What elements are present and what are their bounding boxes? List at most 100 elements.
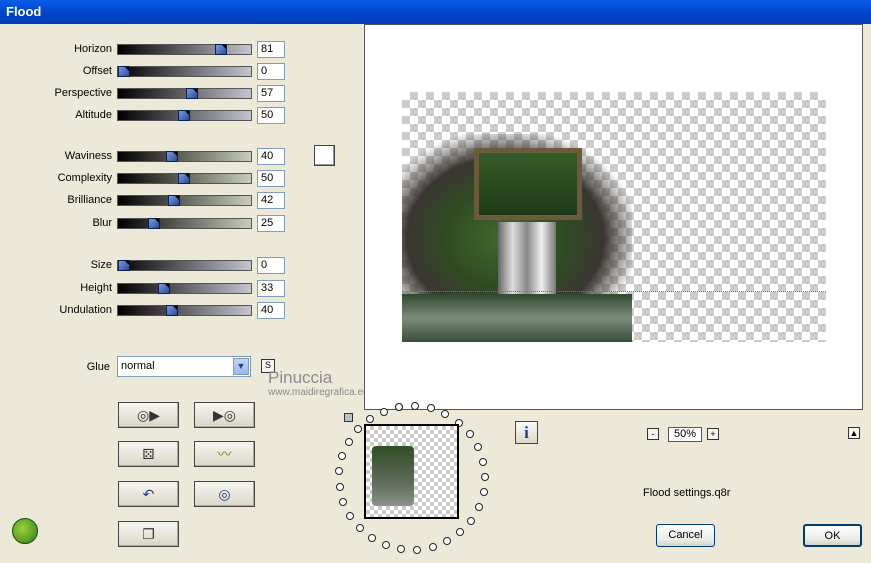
param-value-field[interactable]: 50 [257, 170, 285, 187]
navigator-dot [394, 403, 403, 412]
color-swatch[interactable] [314, 145, 335, 166]
param-label: Waviness [0, 149, 112, 165]
param-label: Offset [0, 64, 112, 80]
param-value-field[interactable]: 25 [257, 215, 285, 232]
navigator-dot [335, 483, 344, 492]
window-title: Flood [6, 4, 42, 19]
param-label-text: Offset [82, 65, 112, 77]
param-value-field[interactable]: 42 [257, 192, 285, 209]
chevron-down-icon[interactable]: ▼ [233, 358, 249, 375]
param-value-field[interactable]: 33 [257, 280, 285, 297]
navigator-dot [413, 545, 422, 554]
thumbnail-image [372, 446, 414, 506]
save-preset-button[interactable]: ▶◎ [194, 402, 255, 428]
slider-thumb[interactable] [148, 218, 160, 229]
navigator-dot [473, 442, 482, 451]
slider-thumb[interactable] [186, 88, 198, 99]
param-label-text: Brilliance [67, 194, 112, 206]
navigator-dot [479, 457, 488, 466]
slider-thumb[interactable] [166, 151, 178, 162]
zoom-in-button[interactable]: + [707, 428, 719, 440]
wave-button[interactable]: 〰 [194, 441, 255, 467]
param-label-text: Horizon [74, 43, 112, 55]
param-label-text: Blur [92, 217, 112, 229]
watermark-name: Pinuccia [268, 368, 333, 387]
app-logo-icon [12, 518, 38, 544]
zoom-level[interactable]: 50% [668, 427, 702, 442]
ok-button[interactable]: OK [803, 524, 862, 547]
picture-frame [474, 148, 582, 220]
copy-button[interactable]: ❐ [118, 521, 179, 547]
slider-thumb[interactable] [118, 66, 130, 77]
navigator-corner-icon[interactable] [344, 413, 353, 422]
preview-canvas[interactable] [364, 24, 863, 410]
navigator-dot [379, 407, 388, 416]
slider-thumb[interactable] [178, 173, 190, 184]
watermark-url: www.maidiregrafica.eu [268, 387, 369, 398]
title-bar: Flood [0, 0, 871, 24]
param-label: Altitude [0, 108, 112, 124]
param-label: Complexity [0, 171, 112, 187]
param-label-text: Complexity [57, 172, 112, 184]
slider-thumb[interactable] [118, 260, 130, 271]
navigator-dot [465, 429, 474, 438]
slider-thumb[interactable] [168, 195, 180, 206]
param-slider[interactable] [117, 110, 252, 121]
param-label: Brilliance [0, 193, 112, 209]
watermark: Pinuccia www.maidiregrafica.eu [268, 368, 369, 399]
param-label: Height [0, 281, 112, 297]
param-value-field[interactable]: 57 [257, 85, 285, 102]
param-value-field[interactable]: 40 [257, 302, 285, 319]
random-dice-button[interactable]: ⚄ [118, 441, 179, 467]
info-icon[interactable]: i [515, 421, 538, 444]
param-value-field[interactable]: 81 [257, 41, 285, 58]
param-slider[interactable] [117, 44, 252, 55]
param-label-text: Perspective [54, 87, 112, 99]
collapse-up-icon[interactable]: ▲ [848, 427, 860, 439]
param-value-field[interactable]: 0 [257, 257, 285, 274]
param-slider[interactable] [117, 305, 252, 316]
param-slider[interactable] [117, 66, 252, 77]
transparency-checkerboard [402, 92, 826, 342]
param-slider[interactable] [117, 173, 252, 184]
param-slider[interactable] [117, 260, 252, 271]
param-label: Horizon [0, 42, 112, 58]
undo-button[interactable]: ↶ [118, 481, 179, 507]
reset-button[interactable]: ◎ [194, 481, 255, 507]
navigator-dot [466, 516, 475, 525]
glue-label: Glue [86, 361, 110, 373]
slider-thumb[interactable] [178, 110, 190, 121]
param-slider[interactable] [117, 283, 252, 294]
param-label-text: Height [80, 282, 112, 294]
param-slider[interactable] [117, 218, 252, 229]
settings-file-label: Flood settings.q8r [643, 487, 731, 499]
glue-value: normal [121, 360, 155, 372]
slider-thumb[interactable] [215, 44, 227, 55]
param-slider[interactable] [117, 88, 252, 99]
preview-image [402, 134, 632, 342]
param-label-text: Waviness [64, 150, 112, 162]
param-label: Perspective [0, 86, 112, 102]
horizon-line[interactable] [402, 291, 826, 292]
param-value-field[interactable]: 50 [257, 107, 285, 124]
param-label-text: Undulation [59, 304, 112, 316]
param-value-field[interactable]: 40 [257, 148, 285, 165]
flood-reflection [402, 294, 632, 342]
param-value-field[interactable]: 0 [257, 63, 285, 80]
zoom-out-button[interactable]: - [647, 428, 659, 440]
param-label: Blur [0, 216, 112, 232]
param-label: Undulation [0, 303, 112, 319]
navigator-dot [474, 503, 483, 512]
slider-thumb[interactable] [166, 305, 178, 316]
navigator-dot [480, 472, 489, 481]
param-slider[interactable] [117, 151, 252, 162]
param-slider[interactable] [117, 195, 252, 206]
slider-thumb[interactable] [158, 283, 170, 294]
navigator-thumbnail[interactable] [364, 424, 459, 519]
param-label-text: Size [90, 259, 112, 271]
cancel-button[interactable]: Cancel [656, 524, 715, 547]
load-preset-button[interactable]: ◎▶ [118, 402, 179, 428]
glue-select[interactable]: normal ▼ [117, 356, 251, 377]
param-label-text: Altitude [75, 109, 112, 121]
navigator-dot [344, 438, 353, 446]
